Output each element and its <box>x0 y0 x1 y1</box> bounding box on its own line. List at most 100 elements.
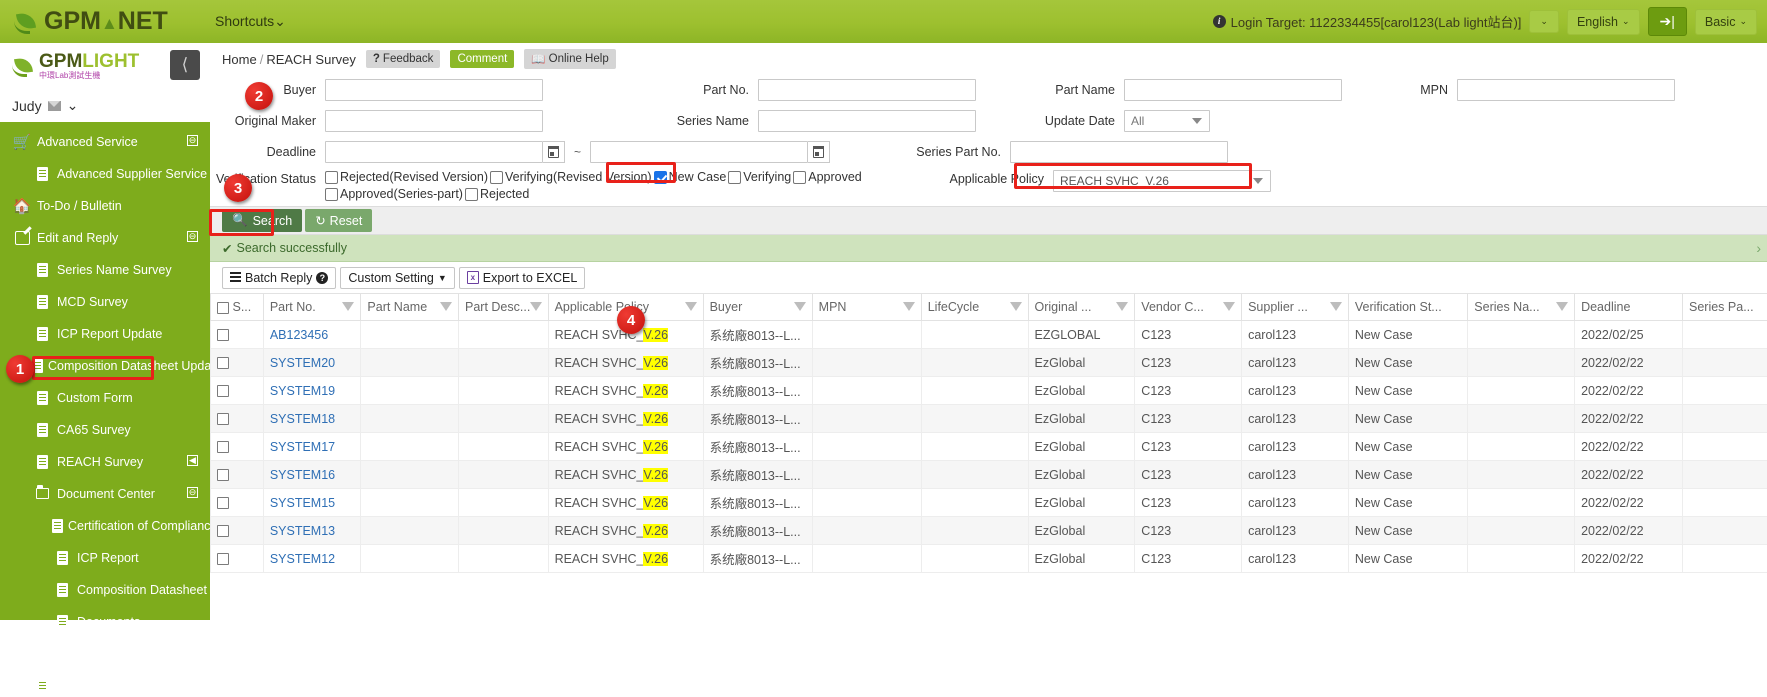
filter-icon[interactable] <box>1330 302 1342 311</box>
sidebar-item-reach-survey[interactable]: REACH Survey◀ <box>0 450 210 473</box>
feedback-button[interactable]: ?Feedback <box>366 50 441 68</box>
column-header-part-name[interactable]: Part Name <box>361 294 459 321</box>
row-select-checkbox[interactable] <box>217 497 229 509</box>
table-row[interactable]: SYSTEM17REACH SVHC_V.26系统廠8013--L...EzGl… <box>211 433 1767 461</box>
checkbox-icon[interactable] <box>325 188 338 201</box>
filter-icon[interactable] <box>342 302 354 311</box>
app-logo[interactable]: GPM▲NET <box>0 0 210 43</box>
sidebar-item-custom-form[interactable]: Custom Form <box>0 386 210 409</box>
export-excel-button[interactable]: x Export to EXCEL <box>459 267 586 289</box>
filter-icon[interactable] <box>1223 302 1235 311</box>
custom-setting-button[interactable]: Custom Setting ▼ <box>340 267 454 289</box>
deadline-to-input[interactable] <box>590 141 808 163</box>
part-no-link[interactable]: SYSTEM19 <box>270 384 335 398</box>
row-select-checkbox[interactable] <box>217 553 229 565</box>
buyer-input[interactable] <box>325 79 543 101</box>
collapse-toggle-icon[interactable]: ⊖ <box>187 647 198 658</box>
checkbox-icon[interactable] <box>490 171 503 184</box>
column-header-deadline[interactable]: Deadline <box>1575 294 1683 321</box>
collapse-toggle-icon[interactable]: ⊖ <box>187 487 198 498</box>
logout-button[interactable]: ➔| <box>1648 7 1687 36</box>
series-part-no-input[interactable] <box>1010 141 1228 163</box>
table-row[interactable]: AB123456REACH SVHC_V.26系统廠8013--L...EZGL… <box>211 321 1767 349</box>
select-all-checkbox[interactable] <box>217 302 229 314</box>
applicable-policy-select[interactable]: REACH SVHC_V.26 <box>1053 170 1271 192</box>
sidebar-item-self-mgt[interactable]: Self-Mgt.⊖ <box>0 642 210 665</box>
column-header-original[interactable]: Original ... <box>1028 294 1135 321</box>
collapse-toggle-icon[interactable]: ◀ <box>187 455 198 466</box>
sidebar-item-edit-and-reply[interactable]: Edit and Reply⊖ <box>0 226 210 249</box>
checkbox-icon[interactable] <box>654 171 667 184</box>
breadcrumb-home[interactable]: Home <box>222 52 257 67</box>
part-no-link[interactable]: SYSTEM13 <box>270 524 335 538</box>
table-row[interactable]: SYSTEM13REACH SVHC_V.26系统廠8013--L...EzGl… <box>211 517 1767 545</box>
sidebar-item-document-center[interactable]: Document Center⊖ <box>0 482 210 505</box>
part-no-link[interactable]: SYSTEM16 <box>270 468 335 482</box>
checkbox-icon[interactable] <box>325 171 338 184</box>
gpm-light-logo[interactable]: GPMLIGHT 中環Lab測試生機 <box>12 52 139 80</box>
collapse-toggle-icon[interactable]: ⊖ <box>187 135 198 146</box>
column-header-supplier[interactable]: Supplier ... <box>1242 294 1349 321</box>
sidebar-collapse-button[interactable]: ⟨ <box>170 50 200 80</box>
filter-icon[interactable] <box>1556 302 1568 311</box>
column-header-part-desc[interactable]: Part Desc... <box>459 294 549 321</box>
sidebar-item-composition-datasheet[interactable]: Composition Datasheet <box>0 578 210 601</box>
update-date-select[interactable]: All <box>1124 110 1210 132</box>
filter-icon[interactable] <box>440 302 452 311</box>
row-select-checkbox[interactable] <box>217 525 229 537</box>
batch-reply-button[interactable]: Batch Reply ? <box>222 267 336 289</box>
column-header-s[interactable]: S... <box>211 294 264 321</box>
table-row[interactable]: SYSTEM19REACH SVHC_V.26系统廠8013--L...EzGl… <box>211 377 1767 405</box>
sidebar-item-mcd-survey[interactable]: MCD Survey <box>0 290 210 313</box>
row-select-checkbox[interactable] <box>217 329 229 341</box>
table-row[interactable]: SYSTEM18REACH SVHC_V.26系统廠8013--L...EzGl… <box>211 405 1767 433</box>
checkbox-icon[interactable] <box>465 188 478 201</box>
column-header-lifecycle[interactable]: LifeCycle <box>921 294 1028 321</box>
shortcuts-menu[interactable]: Shortcuts⌄ <box>215 13 286 30</box>
help-icon[interactable]: ? <box>316 272 328 284</box>
part-no-link[interactable]: SYSTEM18 <box>270 412 335 426</box>
language-dropdown-button[interactable]: English⌄ <box>1567 9 1640 35</box>
part-no-link[interactable]: SYSTEM17 <box>270 440 335 454</box>
account-dropdown-button[interactable]: ⌄ <box>1529 10 1559 33</box>
mpn-input[interactable] <box>1457 79 1675 101</box>
column-header-series-pa[interactable]: Series Pa... <box>1683 294 1767 321</box>
column-header-verification-st[interactable]: Verification St... <box>1348 294 1467 321</box>
mail-icon[interactable] <box>48 101 61 111</box>
table-row[interactable]: SYSTEM16REACH SVHC_V.26系统廠8013--L...EzGl… <box>211 461 1767 489</box>
table-row[interactable]: SYSTEM15REACH SVHC_V.26系统廠8013--L...EzGl… <box>211 489 1767 517</box>
series-name-input[interactable] <box>758 110 976 132</box>
filter-icon[interactable] <box>685 302 697 311</box>
status-checkbox-new-case[interactable]: New Case <box>654 170 727 184</box>
collapse-toggle-icon[interactable]: ⊖ <box>187 231 198 242</box>
status-checkbox-approved-series-part[interactable]: Approved(Series-part) <box>325 187 463 201</box>
chevron-right-icon[interactable]: › <box>1756 240 1761 256</box>
filter-icon[interactable] <box>530 302 542 311</box>
filter-icon[interactable] <box>794 302 806 311</box>
part-no-link[interactable]: SYSTEM12 <box>270 552 335 566</box>
sidebar-item-advanced-service[interactable]: 🛒Advanced Service⊖ <box>0 130 210 153</box>
row-select-checkbox[interactable] <box>217 385 229 397</box>
sidebar-item-icp-report[interactable]: ICP Report <box>0 546 210 569</box>
column-header-part-no[interactable]: Part No. <box>263 294 361 321</box>
mode-dropdown-button[interactable]: Basic⌄ <box>1695 9 1757 35</box>
column-header-series-na[interactable]: Series Na... <box>1468 294 1575 321</box>
sidebar-item-advanced-supplier-service[interactable]: Advanced Supplier Service <box>0 162 210 185</box>
original-maker-input[interactable] <box>325 110 543 132</box>
status-checkbox-verifying-revised-version[interactable]: Verifying(Revised Version) <box>490 170 652 184</box>
table-row[interactable]: SYSTEM20REACH SVHC_V.26系统廠8013--L...EzGl… <box>211 349 1767 377</box>
part-no-input[interactable] <box>758 79 976 101</box>
status-checkbox-verifying[interactable]: Verifying <box>728 170 791 184</box>
sidebar-user[interactable]: Judy ⌄ <box>0 89 210 122</box>
table-row[interactable]: SYSTEM12REACH SVHC_V.26系统廠8013--L...EzGl… <box>211 545 1767 573</box>
deadline-from-input[interactable] <box>325 141 543 163</box>
column-header-vendor-c[interactable]: Vendor C... <box>1135 294 1242 321</box>
online-help-button[interactable]: 📖Online Help <box>524 49 615 69</box>
checkbox-icon[interactable] <box>728 171 741 184</box>
sidebar-item-series-name-survey[interactable]: Series Name Survey <box>0 258 210 281</box>
row-select-checkbox[interactable] <box>217 441 229 453</box>
sidebar-item-documents[interactable]: Documents <box>0 610 210 633</box>
status-checkbox-approved[interactable]: Approved <box>793 170 862 184</box>
filter-icon[interactable] <box>1010 302 1022 311</box>
sidebar-item-icp-report-update[interactable]: ICP Report Update <box>0 322 210 345</box>
